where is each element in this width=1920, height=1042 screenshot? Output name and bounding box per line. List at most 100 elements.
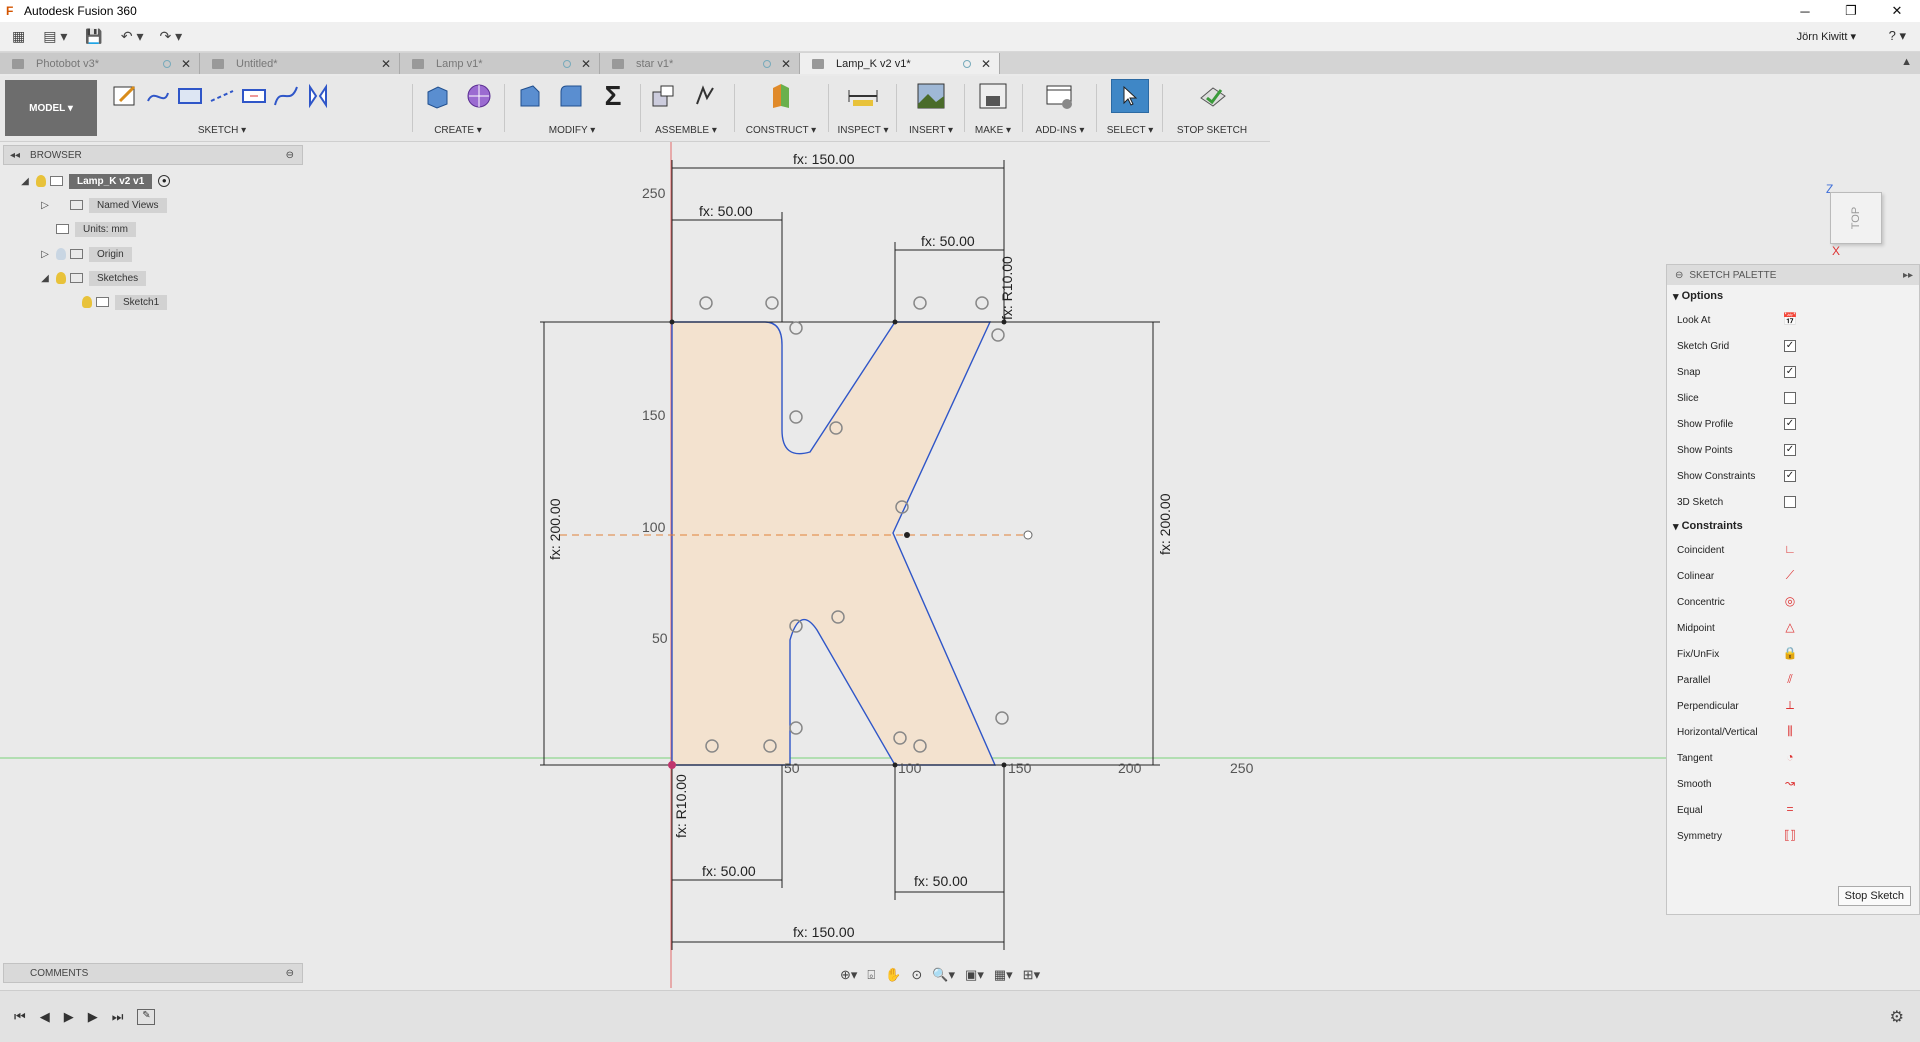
option-checkbox[interactable] bbox=[1784, 392, 1796, 404]
collapse-browser-icon[interactable]: ◂◂ bbox=[10, 150, 20, 161]
offset-plane-icon[interactable] bbox=[762, 79, 800, 113]
close-tab-icon[interactable]: ✕ bbox=[981, 57, 991, 71]
insert-image-icon[interactable] bbox=[912, 79, 950, 113]
assemble-group[interactable]: ASSEMBLE ▾ bbox=[644, 78, 728, 140]
sketch-menu[interactable]: SKETCH ▾ bbox=[112, 125, 332, 136]
create-menu[interactable]: CREATE ▾ bbox=[418, 125, 498, 136]
undo-button[interactable]: ↶ ▾ bbox=[121, 26, 144, 48]
sum-icon[interactable]: Σ bbox=[594, 79, 632, 113]
select-icon[interactable] bbox=[1111, 79, 1149, 113]
help-button[interactable]: ? ▾ bbox=[1889, 28, 1906, 44]
construction-line-icon[interactable] bbox=[208, 79, 236, 113]
create-sketch-icon[interactable] bbox=[112, 79, 140, 113]
expand-triangle-icon[interactable]: ◢ bbox=[38, 273, 52, 284]
symmetry-icon[interactable]: ⟦⟧ bbox=[1782, 828, 1798, 844]
browser-item-units[interactable]: Units: mm bbox=[38, 220, 136, 238]
sketch-canvas[interactable]: 250 150 100 50 50 100 150 200 250 fx: 15… bbox=[0, 142, 1920, 988]
option-checkbox[interactable]: ✓ bbox=[1784, 366, 1796, 378]
expand-triangle-icon[interactable]: ▷ bbox=[38, 249, 52, 260]
visibility-bulb-icon[interactable] bbox=[56, 248, 66, 260]
viewcube[interactable]: Z TOP X bbox=[1826, 110, 1892, 258]
look-at-icon[interactable]: 📅 bbox=[1782, 312, 1798, 328]
assemble-menu[interactable]: ASSEMBLE ▾ bbox=[644, 125, 728, 136]
browser-item-named-views[interactable]: ▷ Named Views bbox=[38, 196, 167, 214]
close-tab-icon[interactable]: ✕ bbox=[381, 57, 391, 71]
visibility-bulb-icon[interactable] bbox=[36, 175, 46, 187]
palette-constraint-row[interactable]: Coincident ∟ bbox=[1667, 537, 1919, 563]
browser-item-origin[interactable]: ▷ Origin bbox=[38, 245, 132, 263]
browser-header[interactable]: ◂◂ BROWSER ⊖ bbox=[3, 145, 303, 165]
insert-menu[interactable]: INSERT ▾ bbox=[902, 125, 960, 136]
palette-option-row[interactable]: Look At 📅 bbox=[1667, 307, 1919, 333]
step-forward-icon[interactable]: ▶ bbox=[88, 1009, 98, 1025]
comments-panel-header[interactable]: COMMENTS ⊖ bbox=[3, 963, 303, 983]
lock-icon[interactable]: 🔒 bbox=[1782, 646, 1798, 662]
expand-triangle-icon[interactable]: ▷ bbox=[38, 200, 52, 211]
canvas-viewport[interactable]: 250 150 100 50 50 100 150 200 250 fx: 15… bbox=[0, 142, 1920, 988]
timeline-sketch-feature-icon[interactable]: ✎ bbox=[137, 1008, 156, 1025]
go-to-end-icon[interactable]: ⏭ bbox=[112, 1009, 124, 1025]
browser-root-item[interactable]: ◢ Lamp_K v2 v1 ● bbox=[18, 172, 171, 190]
create-form-icon[interactable] bbox=[460, 79, 498, 113]
palette-option-row[interactable]: Sketch Grid ✓ bbox=[1667, 333, 1919, 359]
close-tab-icon[interactable]: ✕ bbox=[781, 57, 791, 71]
measure-icon[interactable] bbox=[844, 79, 882, 113]
stop-sketch-icon[interactable] bbox=[1193, 79, 1231, 113]
perpendicular-icon[interactable]: ⟂ bbox=[1782, 698, 1798, 714]
expand-triangle-icon[interactable]: ◢ bbox=[18, 176, 32, 187]
concentric-icon[interactable]: ◎ bbox=[1782, 594, 1798, 610]
palette-constraint-row[interactable]: Tangent ◔ bbox=[1667, 745, 1919, 771]
user-menu[interactable]: Jörn Kiwitt ▾ bbox=[1797, 30, 1856, 43]
fit-icon[interactable]: 🔍▾ bbox=[932, 967, 955, 983]
palette-constraint-row[interactable]: Midpoint △ bbox=[1667, 615, 1919, 641]
stop-sketch-group[interactable]: STOP SKETCH bbox=[1168, 78, 1256, 140]
viewports-icon[interactable]: ⊞▾ bbox=[1023, 967, 1040, 983]
close-tab-icon[interactable]: ✕ bbox=[581, 57, 591, 71]
colinear-icon[interactable]: ⟋ bbox=[1782, 568, 1798, 584]
insert-group[interactable]: INSERT ▾ bbox=[902, 78, 960, 140]
palette-constraint-row[interactable]: Colinear ⟋ bbox=[1667, 563, 1919, 589]
select-group[interactable]: SELECT ▾ bbox=[1102, 78, 1158, 140]
palette-constraint-row[interactable]: Equal = bbox=[1667, 797, 1919, 823]
addins-menu[interactable]: ADD-INS ▾ bbox=[1028, 125, 1092, 136]
inspect-menu[interactable]: INSPECT ▾ bbox=[834, 125, 892, 136]
stop-sketch-palette-button[interactable]: Stop Sketch bbox=[1837, 886, 1911, 906]
palette-header[interactable]: ⊖ SKETCH PALETTE ▸▸ bbox=[1667, 265, 1919, 285]
mirror-icon[interactable] bbox=[304, 79, 332, 113]
visibility-bulb-icon[interactable] bbox=[82, 296, 92, 308]
option-checkbox[interactable] bbox=[1784, 496, 1796, 508]
minimize-button[interactable]: ─ bbox=[1782, 0, 1828, 22]
close-button[interactable]: ✕ bbox=[1874, 0, 1920, 22]
play-icon[interactable]: ▶ bbox=[64, 1009, 74, 1025]
palette-constraint-row[interactable]: Concentric ◎ bbox=[1667, 589, 1919, 615]
visibility-bulb-icon[interactable] bbox=[56, 272, 66, 284]
go-to-start-icon[interactable]: ⏮ bbox=[14, 1009, 26, 1025]
restore-button[interactable]: ❐ bbox=[1828, 0, 1874, 22]
palette-option-row[interactable]: 3D Sketch bbox=[1667, 489, 1919, 515]
grid-settings-icon[interactable]: ▦▾ bbox=[994, 967, 1013, 983]
smooth-icon[interactable]: ↝ bbox=[1782, 776, 1798, 792]
tab-lamp[interactable]: Lamp v1* ✕ bbox=[400, 53, 600, 74]
tab-photobot[interactable]: Photobot v3* ✕ bbox=[0, 53, 200, 74]
press-pull-icon[interactable] bbox=[510, 79, 548, 113]
step-back-icon[interactable]: ◀ bbox=[40, 1009, 50, 1025]
3d-print-icon[interactable] bbox=[974, 79, 1012, 113]
browser-item-sketches[interactable]: ◢ Sketches bbox=[38, 269, 147, 287]
modify-menu[interactable]: MODIFY ▾ bbox=[510, 125, 634, 136]
zoom-icon[interactable]: ⊙ bbox=[911, 967, 922, 983]
file-menu-button[interactable]: ▤ ▾ bbox=[43, 26, 67, 48]
stop-sketch-button[interactable]: STOP SKETCH bbox=[1168, 125, 1256, 136]
redo-button[interactable]: ↷ ▾ bbox=[159, 26, 182, 48]
joint-icon[interactable] bbox=[686, 79, 724, 113]
make-group[interactable]: MAKE ▾ bbox=[968, 78, 1018, 140]
tab-lamp-k[interactable]: Lamp_K v2 v1* ✕ bbox=[800, 53, 1000, 74]
options-section[interactable]: ▾ Options bbox=[1667, 285, 1919, 307]
option-checkbox[interactable]: ✓ bbox=[1784, 418, 1796, 430]
palette-constraint-row[interactable]: Horizontal/Vertical ⫼ bbox=[1667, 719, 1919, 745]
viewcube-face-top[interactable]: TOP bbox=[1830, 192, 1882, 244]
addins-group[interactable]: ADD-INS ▾ bbox=[1028, 78, 1092, 140]
orbit-icon[interactable]: ⊕▾ bbox=[840, 967, 857, 983]
palette-constraint-row[interactable]: Perpendicular ⟂ bbox=[1667, 693, 1919, 719]
palette-pin-icon[interactable]: ⊖ bbox=[1675, 270, 1683, 281]
palette-constraint-row[interactable]: Parallel ⫽ bbox=[1667, 667, 1919, 693]
